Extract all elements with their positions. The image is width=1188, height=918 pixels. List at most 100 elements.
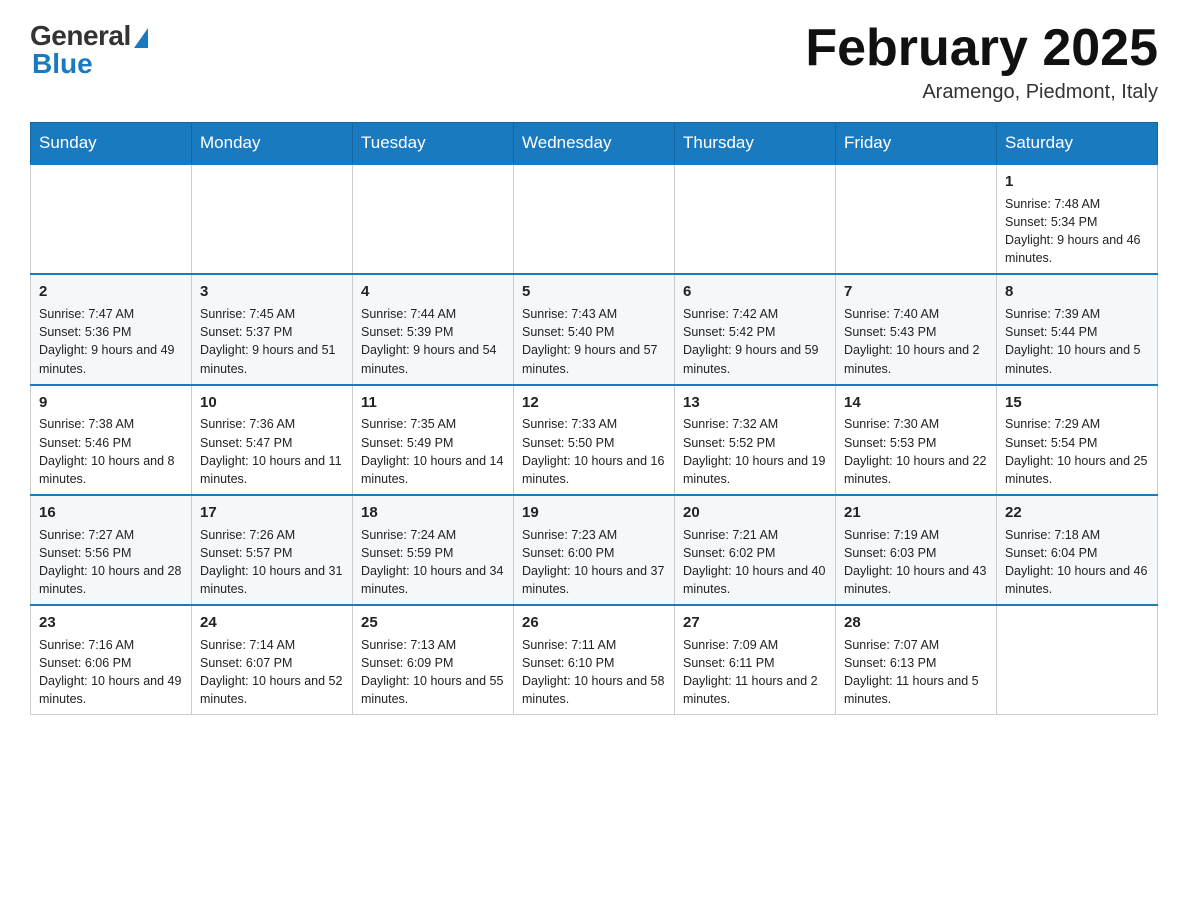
day-info: Sunrise: 7:44 AMSunset: 5:39 PMDaylight:…	[361, 305, 505, 378]
calendar-cell: 19Sunrise: 7:23 AMSunset: 6:00 PMDayligh…	[514, 495, 675, 605]
week-row: 16Sunrise: 7:27 AMSunset: 5:56 PMDayligh…	[31, 495, 1158, 605]
calendar-cell: 3Sunrise: 7:45 AMSunset: 5:37 PMDaylight…	[192, 274, 353, 384]
day-number: 25	[361, 612, 505, 634]
title-block: February 2025 Aramengo, Piedmont, Italy	[805, 20, 1158, 104]
day-number: 3	[200, 281, 344, 303]
day-number: 18	[361, 502, 505, 524]
day-number: 15	[1005, 392, 1149, 414]
day-info: Sunrise: 7:23 AMSunset: 6:00 PMDaylight:…	[522, 526, 666, 599]
day-number: 1	[1005, 171, 1149, 193]
calendar-cell: 24Sunrise: 7:14 AMSunset: 6:07 PMDayligh…	[192, 605, 353, 715]
day-of-week-header: Sunday	[31, 123, 192, 165]
page-header: General Blue February 2025 Aramengo, Pie…	[30, 20, 1158, 104]
calendar-cell: 1Sunrise: 7:48 AMSunset: 5:34 PMDaylight…	[997, 164, 1158, 274]
week-row: 1Sunrise: 7:48 AMSunset: 5:34 PMDaylight…	[31, 164, 1158, 274]
day-info: Sunrise: 7:47 AMSunset: 5:36 PMDaylight:…	[39, 305, 183, 378]
day-number: 14	[844, 392, 988, 414]
day-info: Sunrise: 7:18 AMSunset: 6:04 PMDaylight:…	[1005, 526, 1149, 599]
day-number: 2	[39, 281, 183, 303]
day-info: Sunrise: 7:39 AMSunset: 5:44 PMDaylight:…	[1005, 305, 1149, 378]
calendar-cell	[514, 164, 675, 274]
logo-blue-text: Blue	[32, 48, 93, 80]
day-info: Sunrise: 7:40 AMSunset: 5:43 PMDaylight:…	[844, 305, 988, 378]
day-of-week-header: Wednesday	[514, 123, 675, 165]
day-info: Sunrise: 7:24 AMSunset: 5:59 PMDaylight:…	[361, 526, 505, 599]
day-info: Sunrise: 7:21 AMSunset: 6:02 PMDaylight:…	[683, 526, 827, 599]
day-info: Sunrise: 7:33 AMSunset: 5:50 PMDaylight:…	[522, 415, 666, 488]
calendar-cell: 17Sunrise: 7:26 AMSunset: 5:57 PMDayligh…	[192, 495, 353, 605]
calendar-cell: 26Sunrise: 7:11 AMSunset: 6:10 PMDayligh…	[514, 605, 675, 715]
calendar-cell	[836, 164, 997, 274]
day-info: Sunrise: 7:32 AMSunset: 5:52 PMDaylight:…	[683, 415, 827, 488]
calendar-cell	[31, 164, 192, 274]
calendar-cell: 8Sunrise: 7:39 AMSunset: 5:44 PMDaylight…	[997, 274, 1158, 384]
calendar-cell: 18Sunrise: 7:24 AMSunset: 5:59 PMDayligh…	[353, 495, 514, 605]
day-number: 23	[39, 612, 183, 634]
calendar-cell: 11Sunrise: 7:35 AMSunset: 5:49 PMDayligh…	[353, 385, 514, 495]
day-number: 10	[200, 392, 344, 414]
day-number: 28	[844, 612, 988, 634]
day-info: Sunrise: 7:42 AMSunset: 5:42 PMDaylight:…	[683, 305, 827, 378]
day-number: 20	[683, 502, 827, 524]
day-info: Sunrise: 7:36 AMSunset: 5:47 PMDaylight:…	[200, 415, 344, 488]
day-info: Sunrise: 7:07 AMSunset: 6:13 PMDaylight:…	[844, 636, 988, 709]
week-row: 2Sunrise: 7:47 AMSunset: 5:36 PMDaylight…	[31, 274, 1158, 384]
day-of-week-header: Tuesday	[353, 123, 514, 165]
day-of-week-header: Saturday	[997, 123, 1158, 165]
calendar-cell: 23Sunrise: 7:16 AMSunset: 6:06 PMDayligh…	[31, 605, 192, 715]
calendar-cell: 5Sunrise: 7:43 AMSunset: 5:40 PMDaylight…	[514, 274, 675, 384]
calendar-cell	[997, 605, 1158, 715]
calendar-cell: 14Sunrise: 7:30 AMSunset: 5:53 PMDayligh…	[836, 385, 997, 495]
calendar-cell	[675, 164, 836, 274]
day-number: 13	[683, 392, 827, 414]
calendar-cell: 4Sunrise: 7:44 AMSunset: 5:39 PMDaylight…	[353, 274, 514, 384]
logo: General Blue	[30, 20, 148, 80]
calendar-cell: 2Sunrise: 7:47 AMSunset: 5:36 PMDaylight…	[31, 274, 192, 384]
day-info: Sunrise: 7:48 AMSunset: 5:34 PMDaylight:…	[1005, 195, 1149, 268]
day-info: Sunrise: 7:43 AMSunset: 5:40 PMDaylight:…	[522, 305, 666, 378]
day-info: Sunrise: 7:26 AMSunset: 5:57 PMDaylight:…	[200, 526, 344, 599]
calendar-header-row: SundayMondayTuesdayWednesdayThursdayFrid…	[31, 123, 1158, 165]
calendar-table: SundayMondayTuesdayWednesdayThursdayFrid…	[30, 122, 1158, 715]
day-number: 12	[522, 392, 666, 414]
day-number: 7	[844, 281, 988, 303]
calendar-cell: 27Sunrise: 7:09 AMSunset: 6:11 PMDayligh…	[675, 605, 836, 715]
day-info: Sunrise: 7:14 AMSunset: 6:07 PMDaylight:…	[200, 636, 344, 709]
day-number: 26	[522, 612, 666, 634]
day-number: 21	[844, 502, 988, 524]
calendar-cell: 13Sunrise: 7:32 AMSunset: 5:52 PMDayligh…	[675, 385, 836, 495]
location: Aramengo, Piedmont, Italy	[805, 81, 1158, 104]
day-number: 6	[683, 281, 827, 303]
calendar-cell	[192, 164, 353, 274]
day-info: Sunrise: 7:30 AMSunset: 5:53 PMDaylight:…	[844, 415, 988, 488]
week-row: 23Sunrise: 7:16 AMSunset: 6:06 PMDayligh…	[31, 605, 1158, 715]
calendar-cell: 28Sunrise: 7:07 AMSunset: 6:13 PMDayligh…	[836, 605, 997, 715]
week-row: 9Sunrise: 7:38 AMSunset: 5:46 PMDaylight…	[31, 385, 1158, 495]
month-title: February 2025	[805, 20, 1158, 77]
day-of-week-header: Monday	[192, 123, 353, 165]
day-number: 9	[39, 392, 183, 414]
calendar-cell: 6Sunrise: 7:42 AMSunset: 5:42 PMDaylight…	[675, 274, 836, 384]
day-number: 22	[1005, 502, 1149, 524]
day-number: 5	[522, 281, 666, 303]
day-number: 8	[1005, 281, 1149, 303]
day-info: Sunrise: 7:27 AMSunset: 5:56 PMDaylight:…	[39, 526, 183, 599]
logo-triangle-icon	[134, 28, 148, 48]
calendar-cell: 21Sunrise: 7:19 AMSunset: 6:03 PMDayligh…	[836, 495, 997, 605]
calendar-cell: 16Sunrise: 7:27 AMSunset: 5:56 PMDayligh…	[31, 495, 192, 605]
calendar-cell: 10Sunrise: 7:36 AMSunset: 5:47 PMDayligh…	[192, 385, 353, 495]
calendar-cell: 12Sunrise: 7:33 AMSunset: 5:50 PMDayligh…	[514, 385, 675, 495]
day-of-week-header: Thursday	[675, 123, 836, 165]
day-info: Sunrise: 7:45 AMSunset: 5:37 PMDaylight:…	[200, 305, 344, 378]
day-info: Sunrise: 7:11 AMSunset: 6:10 PMDaylight:…	[522, 636, 666, 709]
calendar-cell: 15Sunrise: 7:29 AMSunset: 5:54 PMDayligh…	[997, 385, 1158, 495]
day-info: Sunrise: 7:09 AMSunset: 6:11 PMDaylight:…	[683, 636, 827, 709]
calendar-cell: 25Sunrise: 7:13 AMSunset: 6:09 PMDayligh…	[353, 605, 514, 715]
day-number: 19	[522, 502, 666, 524]
day-of-week-header: Friday	[836, 123, 997, 165]
day-number: 4	[361, 281, 505, 303]
day-info: Sunrise: 7:38 AMSunset: 5:46 PMDaylight:…	[39, 415, 183, 488]
day-info: Sunrise: 7:13 AMSunset: 6:09 PMDaylight:…	[361, 636, 505, 709]
calendar-cell: 9Sunrise: 7:38 AMSunset: 5:46 PMDaylight…	[31, 385, 192, 495]
day-number: 27	[683, 612, 827, 634]
